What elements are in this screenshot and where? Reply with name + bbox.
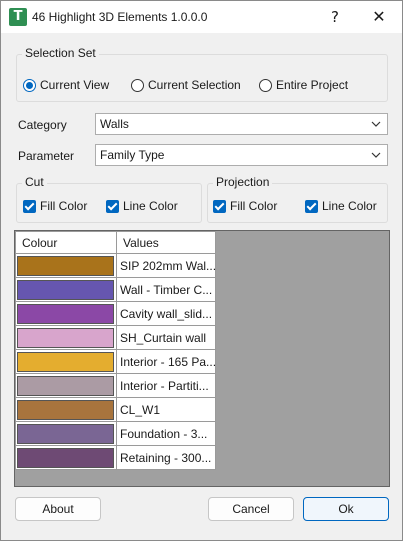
color-swatch[interactable]: [17, 375, 114, 396]
app-icon: T: [9, 8, 27, 26]
column-header-colour[interactable]: Colour: [15, 231, 117, 254]
color-swatch[interactable]: [17, 399, 114, 420]
projection-line-color-label: Line Color: [322, 199, 377, 213]
value-cell: Interior - Partiti...: [116, 373, 216, 398]
projection-fill-color-label: Fill Color: [230, 199, 278, 213]
radio-current-view-indicator: [23, 78, 36, 92]
projection-label: Projection: [213, 175, 273, 189]
radio-current-view[interactable]: Current View: [23, 78, 109, 92]
chevron-down-icon: [371, 152, 381, 158]
projection-fill-color-checkbox[interactable]: Fill Color: [213, 199, 277, 213]
table-row[interactable]: Cavity wall_slid...: [15, 301, 216, 326]
cut-label: Cut: [22, 175, 47, 189]
about-button[interactable]: About: [15, 497, 101, 521]
colour-cell[interactable]: [15, 253, 117, 278]
table-row[interactable]: SH_Curtain wall: [15, 325, 216, 350]
checkbox-checked-icon: [106, 199, 119, 213]
radio-current-selection[interactable]: Current Selection: [131, 78, 241, 92]
cut-fill-color-checkbox[interactable]: Fill Color: [23, 199, 87, 213]
color-swatch[interactable]: [17, 303, 114, 324]
color-swatch[interactable]: [17, 255, 114, 276]
colour-cell[interactable]: [15, 301, 117, 326]
column-header-values[interactable]: Values: [116, 231, 216, 254]
checkbox-checked-icon: [305, 199, 318, 213]
ok-button[interactable]: Ok: [303, 497, 389, 521]
checkbox-checked-icon: [23, 199, 36, 213]
value-cell: SIP 202mm Wal...: [116, 253, 216, 278]
projection-line-color-checkbox[interactable]: Line Color: [305, 199, 377, 213]
radio-entire-project[interactable]: Entire Project: [259, 78, 348, 92]
chevron-down-icon: [371, 121, 381, 127]
colour-cell[interactable]: [15, 421, 117, 446]
colour-cell[interactable]: [15, 397, 117, 422]
title-bar: T 46 Highlight 3D Elements 1.0.0.0 ? ✕: [1, 1, 402, 33]
cut-fill-color-label: Fill Color: [40, 199, 88, 213]
colour-cell[interactable]: [15, 373, 117, 398]
radio-current-selection-label: Current Selection: [148, 78, 241, 92]
value-cell: Cavity wall_slid...: [116, 301, 216, 326]
cancel-button[interactable]: Cancel: [208, 497, 294, 521]
color-swatch[interactable]: [17, 279, 114, 300]
colour-cell[interactable]: [15, 325, 117, 350]
value-cell: CL_W1: [116, 397, 216, 422]
table-row[interactable]: CL_W1: [15, 397, 216, 422]
radio-entire-project-label: Entire Project: [276, 78, 349, 92]
value-cell: Interior - 165 Pa...: [116, 349, 216, 374]
table-header-row: Colour Values: [15, 231, 216, 254]
parameter-label: Parameter: [18, 149, 75, 163]
window-title: 46 Highlight 3D Elements 1.0.0.0: [32, 10, 208, 24]
category-value: Walls: [100, 117, 129, 131]
value-cell: Wall - Timber C...: [116, 277, 216, 302]
selection-set-label: Selection Set: [22, 46, 99, 60]
radio-current-view-label: Current View: [40, 78, 110, 92]
category-label: Category: [18, 118, 67, 132]
table-row[interactable]: Foundation - 3...: [15, 421, 216, 446]
help-button[interactable]: ?: [313, 1, 357, 33]
radio-current-selection-indicator: [131, 78, 144, 92]
close-button[interactable]: ✕: [357, 1, 401, 33]
table-row[interactable]: SIP 202mm Wal...: [15, 253, 216, 278]
color-values-grid[interactable]: Colour Values SIP 202mm Wal... Wall - Tim…: [14, 230, 390, 487]
colour-cell[interactable]: [15, 349, 117, 374]
dialog-window: T 46 Highlight 3D Elements 1.0.0.0 ? ✕ S…: [0, 0, 403, 541]
checkbox-checked-icon: [213, 199, 226, 213]
value-cell: Foundation - 3...: [116, 421, 216, 446]
color-swatch[interactable]: [17, 447, 114, 468]
colour-cell[interactable]: [15, 277, 117, 302]
cut-line-color-checkbox[interactable]: Line Color: [106, 199, 178, 213]
category-dropdown[interactable]: Walls: [95, 113, 388, 135]
radio-entire-project-indicator: [259, 78, 272, 92]
cut-line-color-label: Line Color: [123, 199, 178, 213]
table-row[interactable]: Retaining - 300...: [15, 445, 216, 470]
table-row[interactable]: Interior - 165 Pa...: [15, 349, 216, 374]
parameter-dropdown[interactable]: Family Type: [95, 144, 388, 166]
color-swatch[interactable]: [17, 327, 114, 348]
color-swatch[interactable]: [17, 351, 114, 372]
parameter-value: Family Type: [100, 148, 165, 162]
table-row[interactable]: Wall - Timber C...: [15, 277, 216, 302]
color-swatch[interactable]: [17, 423, 114, 444]
colour-cell[interactable]: [15, 445, 117, 470]
value-cell: SH_Curtain wall: [116, 325, 216, 350]
table-row[interactable]: Interior - Partiti...: [15, 373, 216, 398]
color-values-table: Colour Values SIP 202mm Wal... Wall - Tim…: [15, 231, 216, 470]
value-cell: Retaining - 300...: [116, 445, 216, 470]
